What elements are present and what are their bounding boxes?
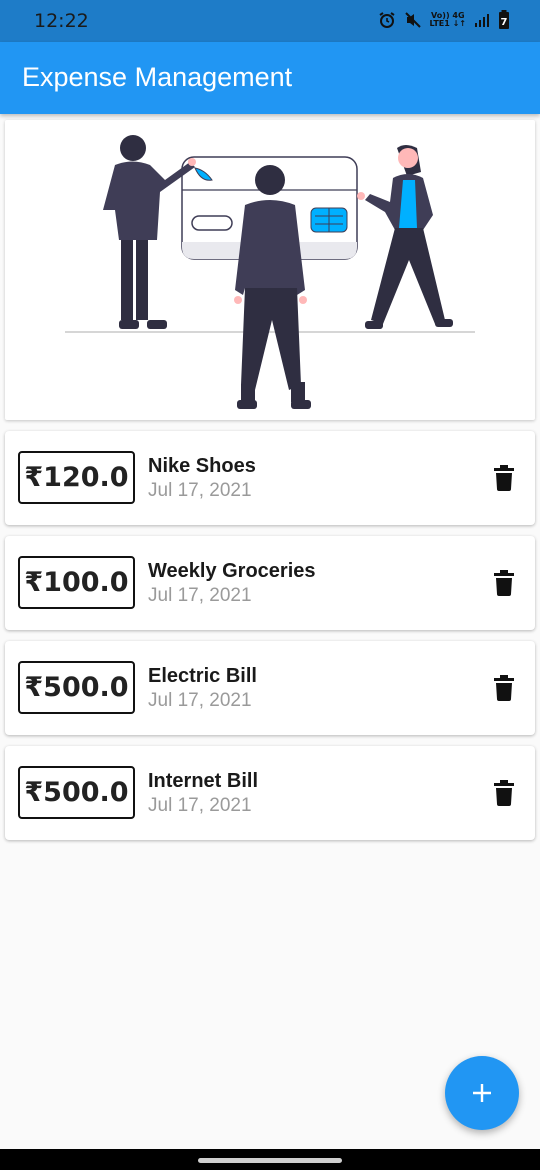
battery-level: 7	[501, 17, 508, 28]
status-time: 12:22	[34, 10, 89, 32]
expense-amount: ₹500.0	[18, 766, 135, 819]
app-title: Expense Management	[22, 62, 293, 92]
expense-amount: ₹500.0	[18, 661, 135, 714]
add-expense-button[interactable]	[445, 1056, 519, 1130]
delete-button[interactable]	[493, 570, 515, 596]
expense-title: Weekly Groceries	[148, 560, 316, 582]
expense-title: Electric Bill	[148, 665, 257, 687]
delete-button[interactable]	[493, 675, 515, 701]
trash-icon	[494, 570, 514, 596]
trash-icon	[494, 675, 514, 701]
delete-button[interactable]	[493, 465, 515, 491]
home-indicator[interactable]	[198, 1158, 342, 1163]
system-nav-bar	[0, 1149, 540, 1170]
expense-title: Nike Shoes	[148, 455, 256, 477]
expense-card[interactable]: ₹500.0 Electric Bill Jul 17, 2021	[5, 641, 535, 735]
expense-date: Jul 17, 2021	[148, 480, 252, 501]
expense-amount: ₹120.0	[18, 451, 135, 504]
alarm-icon	[378, 12, 395, 28]
status-icons: Vo)) 4G LTE1 ↓↑ 7	[378, 10, 510, 30]
people-card-illustration	[65, 135, 475, 409]
delete-button[interactable]	[493, 780, 515, 806]
mute-icon	[404, 12, 421, 28]
expense-card[interactable]: ₹500.0 Internet Bill Jul 17, 2021	[5, 746, 535, 840]
expense-amount: ₹100.0	[18, 556, 135, 609]
expense-date: Jul 17, 2021	[148, 795, 252, 816]
status-bar: 12:22 Vo)) 4G LTE1 ↓↑ 7	[0, 0, 540, 42]
plus-icon	[473, 1084, 491, 1102]
app-bar: Expense Management	[0, 42, 540, 114]
network-line-2: LTE1 ↓↑	[429, 19, 466, 28]
expense-card[interactable]: ₹100.0 Weekly Groceries Jul 17, 2021	[5, 536, 535, 630]
expense-title: Internet Bill	[148, 770, 259, 792]
expense-date: Jul 17, 2021	[148, 585, 252, 606]
network-type-indicator: Vo)) 4G LTE1 ↓↑	[430, 12, 466, 28]
expense-card[interactable]: ₹120.0 Nike Shoes Jul 17, 2021	[5, 431, 535, 525]
battery-icon: 7	[499, 10, 509, 29]
signal-icon	[475, 14, 489, 27]
hero-illustration-card	[5, 120, 535, 420]
expense-date: Jul 17, 2021	[148, 690, 252, 711]
trash-icon	[494, 465, 514, 491]
trash-icon	[494, 780, 514, 806]
